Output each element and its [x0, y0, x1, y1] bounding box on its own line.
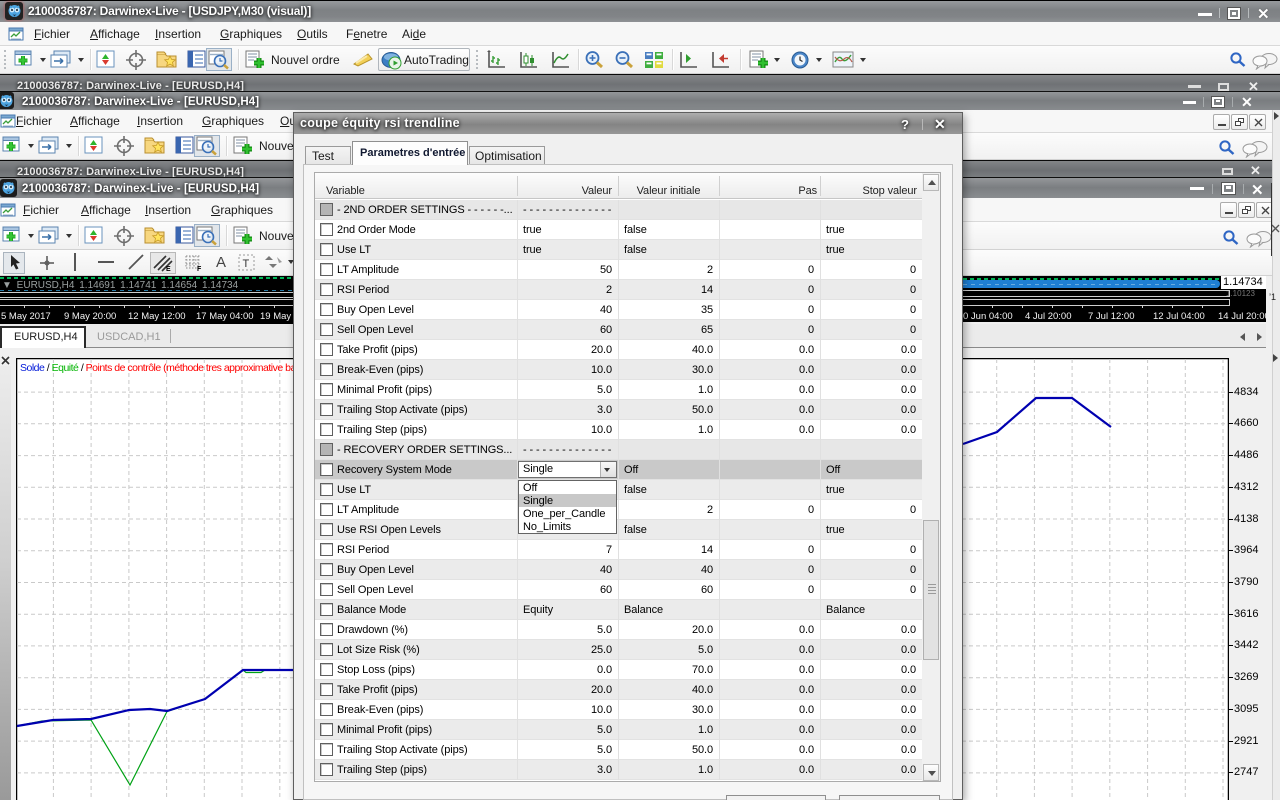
svg-text:E: E — [166, 266, 171, 272]
svg-text:T: T — [243, 258, 250, 270]
svg-text:F: F — [197, 266, 202, 272]
